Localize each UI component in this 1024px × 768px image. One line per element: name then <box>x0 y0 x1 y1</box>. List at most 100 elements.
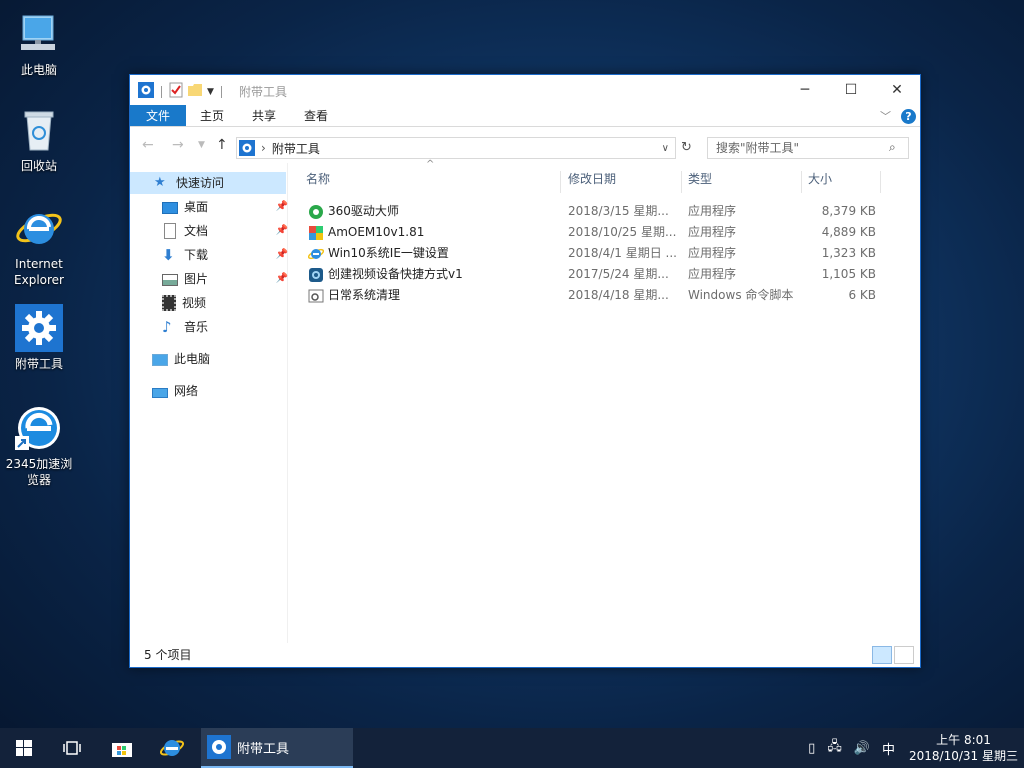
column-header-name[interactable]: 名称 <box>306 163 330 195</box>
column-divider[interactable] <box>560 171 561 193</box>
nav-desktop[interactable]: 桌面 📌 <box>162 196 288 218</box>
status-bar: 5 个项目 <box>130 643 920 667</box>
recent-locations-icon[interactable]: ▼ <box>198 140 205 150</box>
script-gear-icon <box>308 288 324 304</box>
nav-label: 快速访问 <box>176 176 225 190</box>
network-icon[interactable]: 🖧 <box>827 737 842 759</box>
new-folder-icon[interactable] <box>187 82 203 101</box>
column-divider[interactable] <box>880 171 881 193</box>
tab-share[interactable]: 共享 <box>238 105 290 126</box>
file-row[interactable]: Win10系统IE一键设置 2018/4/1 星期日 ... 应用程序 1,32… <box>306 243 886 264</box>
nav-label: 图片 <box>184 272 209 286</box>
pin-icon[interactable]: 📌 <box>276 220 288 242</box>
file-row[interactable]: 日常系统清理 2018/4/18 星期... Windows 命令脚本 6 KB <box>306 285 886 306</box>
minimize-button[interactable]: ─ <box>782 75 828 105</box>
driver-master-icon <box>308 204 324 220</box>
volume-icon[interactable]: 🔊 <box>854 741 870 756</box>
search-icon[interactable]: ⌕ <box>889 140 896 155</box>
back-arrow-icon[interactable]: ← <box>142 137 154 153</box>
file-row[interactable]: AmOEM10v1.81 2018/10/25 星期... 应用程序 4,889… <box>306 222 886 243</box>
search-input[interactable]: 搜索"附带工具" <box>707 137 909 159</box>
download-icon: ⬇ <box>162 246 175 264</box>
file-row[interactable]: 创建视频设备快捷方式v1 2017/5/24 星期... 应用程序 1,105 … <box>306 264 886 285</box>
column-header-date[interactable]: 修改日期 <box>568 163 616 195</box>
store-button[interactable] <box>98 728 146 768</box>
pin-icon[interactable]: 📌 <box>276 268 288 290</box>
maximize-button[interactable]: ☐ <box>828 75 874 105</box>
details-view-button[interactable] <box>872 646 892 664</box>
ime-indicator[interactable]: 中 <box>882 739 895 758</box>
file-name: 360驱动大师 <box>328 204 399 218</box>
help-icon[interactable]: ? <box>901 108 916 124</box>
address-dropdown-icon[interactable]: ∨ <box>662 143 669 154</box>
nav-documents[interactable]: 文档 📌 <box>162 220 288 242</box>
usb-icon[interactable]: ▯ <box>808 741 815 756</box>
separator <box>220 85 222 98</box>
desktop-icon-this-pc[interactable]: 此电脑 <box>4 10 74 78</box>
document-icon <box>164 223 176 239</box>
column-header-size[interactable]: 大小 <box>808 163 832 195</box>
nav-downloads[interactable]: ⬇ 下载 📌 <box>162 244 288 266</box>
large-icons-view-button[interactable] <box>894 646 914 664</box>
column-header-type[interactable]: 类型 <box>688 163 712 195</box>
column-divider[interactable] <box>801 171 802 193</box>
file-row[interactable]: 360驱动大师 2018/3/15 星期... 应用程序 8,379 KB <box>306 201 886 222</box>
clock-time: 上午 8:01 <box>936 733 991 747</box>
pin-icon[interactable]: 📌 <box>276 244 288 266</box>
quick-access-toolbar: ▼ <box>138 82 225 101</box>
file-name: 日常系统清理 <box>328 288 401 302</box>
address-bar[interactable]: › 附带工具 ∨ <box>236 137 676 159</box>
internet-explorer-taskbar-button[interactable] <box>148 728 196 768</box>
close-button[interactable]: ✕ <box>874 75 920 105</box>
tab-home[interactable]: 主页 <box>186 105 238 126</box>
chevron-down-icon[interactable]: ▼ <box>207 87 214 97</box>
tab-file[interactable]: 文件 <box>130 105 187 126</box>
tab-view[interactable]: 查看 <box>290 105 342 126</box>
expand-ribbon-icon[interactable]: ﹀ <box>880 108 891 124</box>
nav-music[interactable]: ♪ 音乐 <box>162 316 286 338</box>
file-name: AmOEM10v1.81 <box>328 225 425 239</box>
nav-pictures[interactable]: 图片 📌 <box>162 268 288 290</box>
nav-quick-access[interactable]: ★ 快速访问 <box>130 172 286 194</box>
desktop-icon-internet-explorer[interactable]: Internet Explorer <box>4 204 74 288</box>
taskbar: 附带工具 ▯ 🖧 🔊 中 上午 8:01 2018/10/31 星期三 <box>0 728 1024 768</box>
nav-this-pc[interactable]: 此电脑 <box>152 348 286 370</box>
window-controls: ─ ☐ ✕ <box>782 75 920 105</box>
desktop-icon-2345-browser[interactable]: 2345加速浏览器 <box>4 404 74 488</box>
view-switcher <box>872 646 914 664</box>
column-divider[interactable] <box>681 171 682 193</box>
nav-network[interactable]: 网络 <box>152 380 286 402</box>
ribbon-right: ﹀ ? <box>880 108 916 124</box>
file-size: 1,105 KB <box>821 267 876 281</box>
refresh-icon[interactable]: ↻ <box>681 140 692 155</box>
explorer-taskbar-button[interactable]: 附带工具 <box>201 728 353 768</box>
file-date: 2018/10/25 星期... <box>568 225 677 239</box>
taskbar-app-label: 附带工具 <box>237 741 290 757</box>
file-type: 应用程序 <box>688 204 737 218</box>
properties-icon[interactable] <box>169 82 183 101</box>
nav-label: 视频 <box>182 296 207 310</box>
explorer-window: ▼ 附带工具 ─ ☐ ✕ 文件 主页 共享 查看 ﹀ ? ← → ▼ ↑ › 附… <box>129 74 921 668</box>
address-row: ← → ▼ ↑ › 附带工具 ∨ ↻ 搜索"附带工具" ⌕ <box>130 127 920 162</box>
task-view-button[interactable] <box>48 728 96 768</box>
windows-shield-icon <box>308 225 324 241</box>
recycle-bin-icon <box>15 106 63 154</box>
file-date: 2017/5/24 星期... <box>568 267 669 281</box>
nav-videos[interactable]: 视频 <box>162 292 286 314</box>
windows-logo-icon <box>16 740 32 756</box>
desktop-icon-accessory-tools[interactable]: 附带工具 <box>4 304 74 372</box>
file-date: 2018/4/18 星期... <box>568 288 669 302</box>
pin-icon[interactable]: 📌 <box>276 196 288 218</box>
desktop-icon-label: 2345加速浏览器 <box>5 457 73 487</box>
up-arrow-icon[interactable]: ↑ <box>216 137 228 153</box>
sort-ascending-icon: ^ <box>426 159 435 170</box>
clock[interactable]: 上午 8:01 2018/10/31 星期三 <box>909 732 1018 764</box>
start-button[interactable] <box>0 728 48 768</box>
breadcrumb[interactable]: 附带工具 <box>272 140 320 157</box>
nav-label: 网络 <box>174 384 199 398</box>
file-date: 2018/4/1 星期日 ... <box>568 246 677 260</box>
title-bar[interactable]: ▼ 附带工具 ─ ☐ ✕ <box>130 75 920 105</box>
forward-arrow-icon[interactable]: → <box>172 137 184 153</box>
gear-icon <box>138 82 154 101</box>
desktop-icon-recycle-bin[interactable]: 回收站 <box>4 106 74 174</box>
